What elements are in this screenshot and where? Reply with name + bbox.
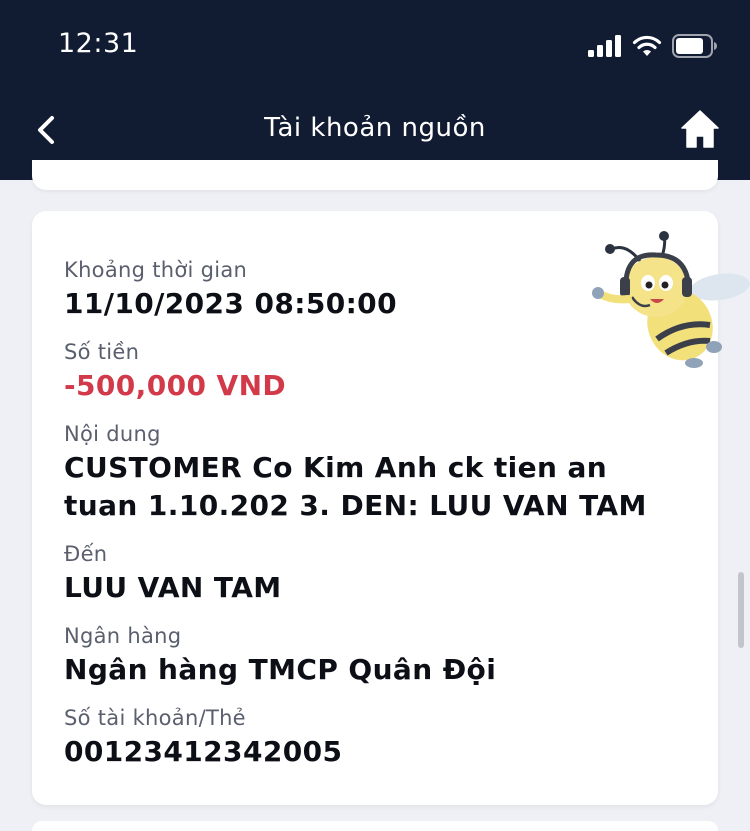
- content-label: Nội dung: [64, 422, 161, 446]
- time-value: 11/10/2023 08:50:00: [64, 287, 397, 320]
- cellular-signal-icon: [588, 35, 621, 57]
- content-value-line-1: CUSTOMER Co Kim Anh ck tien an: [64, 451, 608, 484]
- previous-card: [32, 160, 718, 190]
- time-label: Khoảng thời gian: [64, 258, 248, 282]
- content-value-line-2: tuan 1.10.202 3. DEN: LUU VAN TAM: [64, 489, 647, 522]
- home-button[interactable]: [678, 105, 722, 153]
- app-header: 12:31 Tài khoản nguồn: [0, 0, 750, 180]
- bank-field: Ngân hàng Ngân hàng TMCP Quân Đội: [64, 621, 684, 689]
- recipient-field: Đến LUU VAN TAM: [64, 539, 684, 607]
- recipient-value: LUU VAN TAM: [64, 571, 282, 604]
- next-card: [32, 821, 718, 831]
- status-icons: [588, 32, 718, 60]
- scrollbar[interactable]: [738, 572, 744, 648]
- bank-value: Ngân hàng TMCP Quân Đội: [64, 653, 497, 686]
- amount-label: Số tiền: [64, 340, 140, 364]
- amount-value: -500,000 VND: [64, 369, 287, 402]
- home-icon: [681, 110, 719, 148]
- amount-field: Số tiền -500,000 VND: [64, 337, 684, 405]
- page-title: Tài khoản nguồn: [264, 113, 486, 143]
- time-field: Khoảng thời gian 11/10/2023 08:50:00: [64, 255, 684, 323]
- wifi-icon: [632, 35, 662, 56]
- status-time: 12:31: [58, 28, 139, 59]
- account-field: Số tài khoản/Thẻ 00123412342005: [64, 703, 684, 771]
- bank-label: Ngân hàng: [64, 624, 182, 648]
- content-field: Nội dung CUSTOMER Co Kim Anh ck tien an …: [64, 419, 684, 525]
- account-label: Số tài khoản/Thẻ: [64, 706, 246, 730]
- recipient-label: Đến: [64, 542, 108, 566]
- transaction-detail-card: Khoảng thời gian 11/10/2023 08:50:00 Số …: [32, 211, 750, 805]
- account-value: 00123412342005: [64, 735, 343, 768]
- battery-icon: [672, 34, 717, 58]
